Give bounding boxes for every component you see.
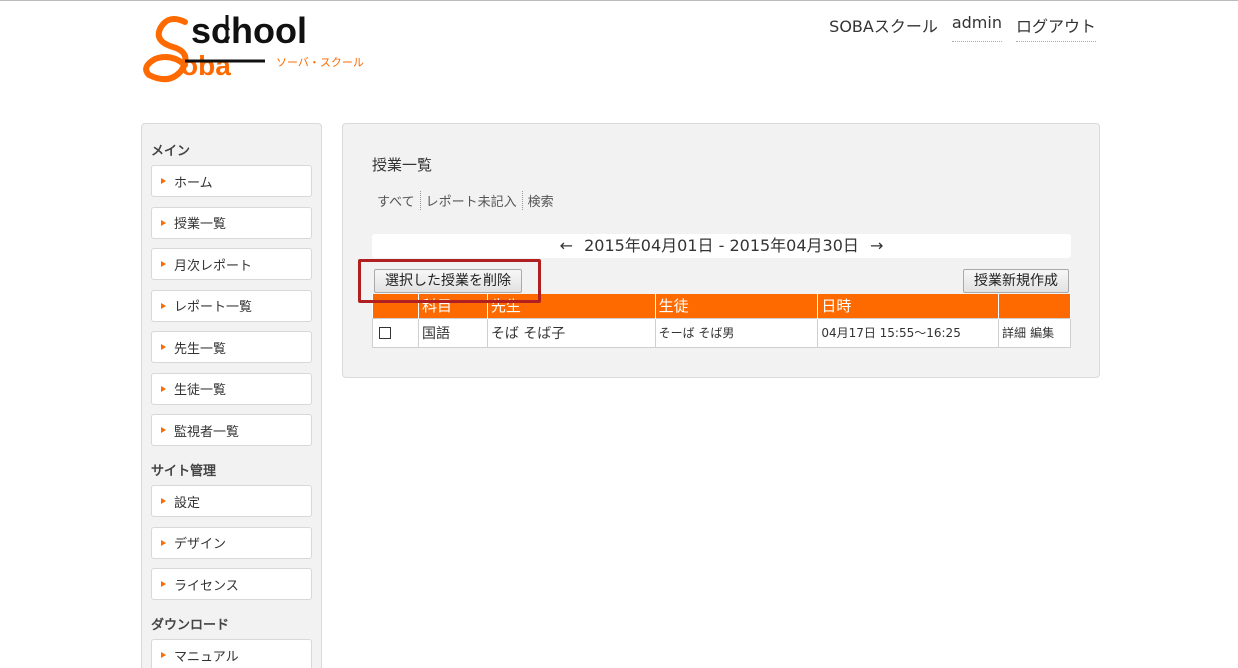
logo-school-text: school — [191, 10, 307, 51]
sidebar-item-label: 監視者一覧 — [174, 424, 240, 440]
header-datetime[interactable]: 日時 — [817, 294, 1000, 318]
datetime-cell: 04月17日 15:55～16:25 — [817, 317, 1000, 348]
actions-cell: 詳細 編集 — [998, 317, 1071, 348]
sidebar-item-manual[interactable]: マニュアル — [151, 639, 312, 668]
logout-link[interactable]: ログアウト — [1015, 13, 1096, 42]
site-name-link[interactable]: SOBAスクール — [829, 13, 938, 42]
sidebar-item-label: マニュアル — [174, 649, 239, 665]
subject-cell: 国語 — [417, 317, 488, 348]
sidebar-item-students[interactable]: 生徒一覧 — [151, 372, 312, 405]
sidebar-item-settings[interactable]: 設定 — [151, 485, 312, 517]
filter-report-unfilled[interactable]: レポート未記入 — [419, 191, 522, 210]
arrow-right-icon — [161, 652, 166, 658]
arrow-right-icon — [161, 219, 166, 226]
filter-all[interactable]: すべて — [374, 191, 420, 210]
sidebar-heading-main: メイン — [151, 144, 191, 159]
new-lesson-button[interactable]: 授業新規作成 — [963, 269, 1069, 293]
header-nav: SOBAスクール admin ログアウト — [829, 13, 1096, 42]
sidebar: メイン ホーム 授業一覧 月次レポート レポート一覧 先生一覧 生徒一覧 監視者… — [141, 123, 322, 668]
sidebar-item-monitors[interactable]: 監視者一覧 — [151, 414, 312, 446]
sidebar-item-label: ライセンス — [174, 578, 239, 594]
arrow-right-icon — [161, 539, 166, 546]
student-cell: そーば そば男 — [654, 317, 819, 348]
filter-search[interactable]: 検索 — [521, 191, 559, 210]
sidebar-item-label: デザイン — [174, 537, 227, 552]
sidebar-heading-download: ダウンロード — [151, 618, 230, 633]
user-link[interactable]: admin — [951, 13, 1002, 42]
highlight-box — [358, 259, 541, 303]
sidebar-item-design[interactable]: デザイン — [151, 526, 312, 559]
row-checkbox[interactable] — [379, 326, 391, 339]
date-range-text: 2015年04月01日 - 2015年04月30日 — [584, 236, 859, 255]
arrow-right-icon — [161, 581, 166, 587]
detail-link[interactable]: 詳細 — [1002, 326, 1026, 340]
sidebar-item-label: 設定 — [174, 495, 201, 511]
arrow-right-icon — [161, 427, 166, 433]
arrow-right-icon — [161, 385, 166, 392]
sidebar-item-label: ホーム — [174, 175, 213, 191]
main-panel: 授業一覧 すべて レポート未記入 検索 ← 2015年04月01日 - 2015… — [342, 123, 1100, 378]
page-title: 授業一覧 — [372, 156, 433, 174]
header-actions — [998, 294, 1071, 318]
arrow-right-icon — [161, 498, 166, 504]
filter-tabs: すべて レポート未記入 検索 — [374, 191, 559, 210]
logo-subtitle: ソーバ・スクール — [276, 56, 364, 69]
sidebar-heading-site-admin: サイト管理 — [151, 464, 217, 479]
sidebar-item-lessons[interactable]: 授業一覧 — [151, 206, 312, 239]
header-student[interactable]: 生徒 — [655, 294, 819, 318]
table-row: 国語 そば そば子 そーば そば男 04月17日 15:55～16:25 詳細編… — [372, 317, 1071, 348]
sidebar-item-home[interactable]: ホーム — [151, 165, 312, 197]
prev-month-arrow-icon[interactable]: ← — [554, 236, 579, 255]
sidebar-item-label: 授業一覧 — [174, 217, 227, 232]
next-month-arrow-icon[interactable]: → — [864, 236, 889, 255]
edit-link[interactable]: 編集 — [1030, 326, 1054, 340]
teacher-cell: そば そば子 — [486, 317, 656, 348]
date-range-bar: ← 2015年04月01日 - 2015年04月30日 → — [372, 234, 1071, 258]
sidebar-item-teachers[interactable]: 先生一覧 — [151, 331, 312, 363]
sidebar-item-reports[interactable]: レポート一覧 — [151, 289, 312, 322]
sidebar-item-monthly-report[interactable]: 月次レポート — [151, 248, 312, 280]
logo-oba-text: oba — [181, 50, 231, 81]
arrow-right-icon — [161, 302, 166, 309]
sidebar-item-label: 生徒一覧 — [174, 383, 227, 398]
sidebar-item-label: レポート一覧 — [174, 300, 253, 315]
arrow-right-icon — [161, 261, 166, 267]
row-select-cell — [372, 317, 419, 348]
sidebar-item-label: 先生一覧 — [174, 341, 227, 357]
arrow-right-icon — [161, 178, 166, 184]
site-logo[interactable]: school oba ソーバ・スクール — [141, 9, 371, 89]
arrow-right-icon — [161, 344, 166, 350]
sidebar-item-label: 月次レポート — [174, 258, 253, 274]
sidebar-item-license[interactable]: ライセンス — [151, 568, 312, 600]
